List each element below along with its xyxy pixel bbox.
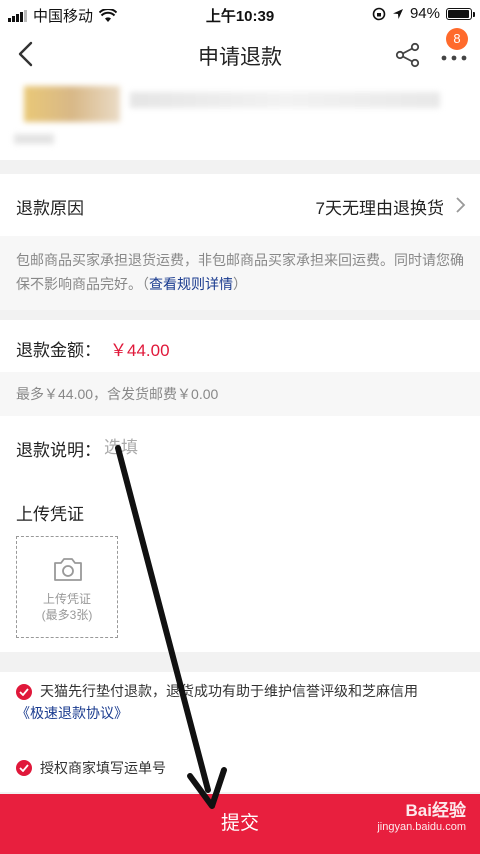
upload-hint-line1: 上传凭证 — [42, 592, 91, 606]
battery-icon — [446, 7, 475, 20]
policy-notice: 包邮商品买家承担退货运费，非包邮商品买家承担来回运费。同时请您确保不影响商品完好… — [0, 236, 480, 310]
check-icon[interactable] — [16, 684, 32, 700]
nav-bar: 申请退款 8 — [0, 28, 480, 80]
upload-hint-line2: (最多3张) — [41, 608, 93, 622]
lock-rotation-icon — [372, 7, 386, 20]
watermark: Bai经验 jingyan.baidu.com — [377, 801, 466, 834]
refund-amount-label: 退款金额： — [16, 341, 101, 360]
agreement-text: 天猫先行垫付退款，退货成功有助于维护信誉评级和芝麻信用 《极速退款协议》 — [16, 680, 468, 724]
upload-title: 上传凭证 — [16, 505, 84, 524]
agreement-item: 授权商家填写运单号 — [0, 742, 480, 792]
product-card[interactable] — [0, 80, 480, 160]
chevron-right-icon — [456, 197, 466, 213]
watermark-brand: Bai经验 — [405, 801, 466, 820]
refund-amount-note: 最多￥44.00，含发货邮费￥0.00 — [0, 372, 480, 416]
refund-amount-value: ￥44.00 — [110, 341, 170, 360]
status-right: 94% — [372, 5, 475, 22]
refund-reason-label: 退款原因 — [16, 199, 84, 218]
refund-description-label: 退款说明： — [16, 441, 101, 460]
agreement-2-text: 授权商家填写运单号 — [40, 760, 166, 776]
location-icon — [392, 8, 403, 19]
policy-text-end: ） — [233, 276, 247, 292]
upload-hint: 上传凭证 (最多3张) — [17, 591, 117, 623]
agreement-1-text: 天猫先行垫付退款，退货成功有助于维护信誉评级和芝麻信用 — [40, 683, 418, 699]
camera-icon — [54, 558, 82, 581]
share-icon[interactable] — [394, 41, 422, 69]
product-title-blur — [130, 92, 440, 108]
upload-proof-button[interactable]: 上传凭证 (最多3张) — [16, 536, 118, 638]
notification-badge: 8 — [446, 28, 468, 50]
back-icon[interactable] — [14, 40, 38, 68]
refund-reason-value: 7天无理由退换货 — [315, 199, 444, 218]
refund-amount-row: 退款金额： ￥44.00 — [0, 320, 480, 372]
check-icon[interactable] — [16, 760, 32, 776]
watermark-url: jingyan.baidu.com — [377, 821, 466, 833]
refund-description-row: 退款说明： — [0, 416, 480, 480]
fast-refund-agreement-link[interactable]: 《极速退款协议》 — [16, 705, 128, 721]
refund-description-input[interactable] — [104, 436, 464, 460]
agreement-item: 天猫先行垫付退款，退货成功有助于维护信誉评级和芝麻信用 《极速退款协议》 — [0, 672, 480, 742]
status-bar: 中国移动 上午10:39 94% — [0, 0, 480, 28]
product-thumbnail — [24, 86, 120, 122]
rules-detail-link[interactable]: 查看规则详情 — [149, 276, 233, 292]
refund-reason-row[interactable]: 退款原因 7天无理由退换货 — [0, 174, 480, 236]
product-meta-blur — [14, 134, 54, 144]
battery-percent: 94% — [409, 5, 440, 22]
upload-section: 上传凭证 上传凭证 (最多3张) — [0, 480, 480, 652]
